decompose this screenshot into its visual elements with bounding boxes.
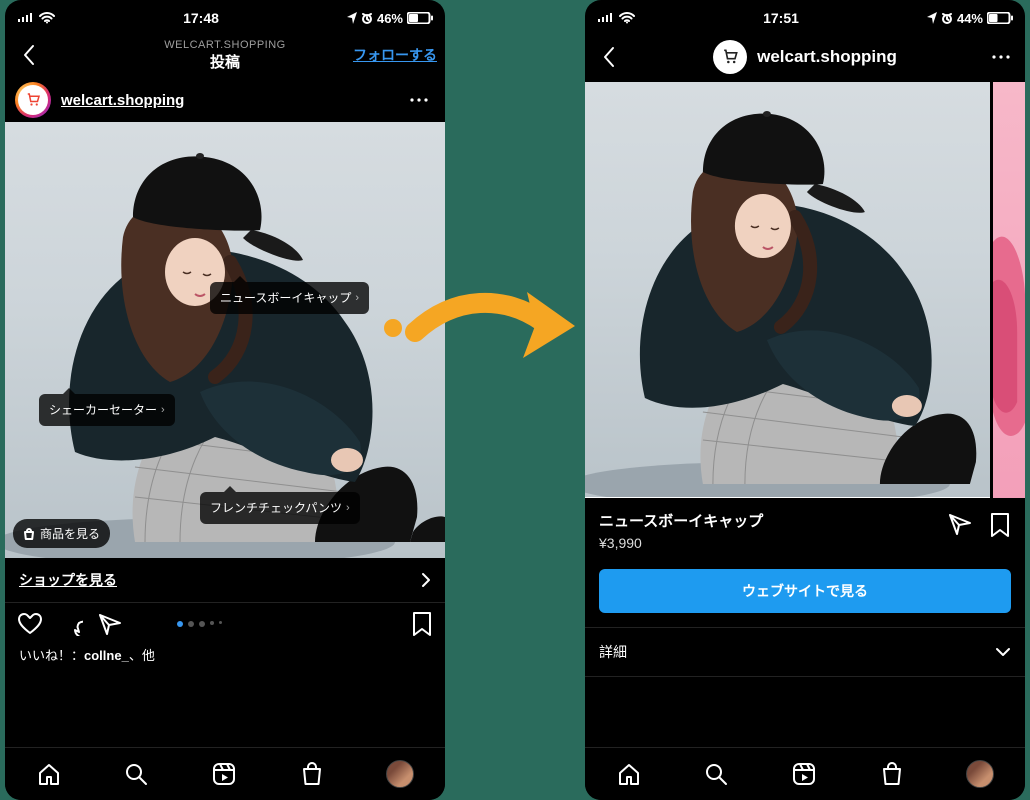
share-button[interactable] [97,612,123,636]
pill-label: 商品を見る [40,525,100,542]
location-icon [927,12,937,24]
back-button[interactable] [13,39,45,71]
status-bar: 17:51 44% [585,0,1025,32]
comment-button[interactable] [57,612,83,636]
view-shop-row[interactable]: ショップを見る [5,558,445,603]
product-title: ニュースボーイキャップ [599,510,937,531]
story-avatar[interactable] [15,82,51,118]
post-header: welcart.shopping [5,78,445,122]
tab-profile[interactable] [966,760,994,788]
battery-percent: 46% [377,11,403,26]
tab-home[interactable] [616,761,642,787]
account-name[interactable]: welcart.shopping [757,47,897,67]
cart-icon [18,85,48,115]
tab-shop[interactable] [879,761,905,787]
save-button[interactable] [411,611,433,637]
battery-icon [987,12,1013,24]
more-button[interactable] [403,84,435,116]
tab-reels[interactable] [791,761,817,787]
product-tag-label: ニュースボーイキャップ [220,290,351,306]
model-illustration [585,82,990,498]
status-time: 17:48 [183,10,219,26]
more-button[interactable] [985,41,1017,73]
tab-home[interactable] [36,761,62,787]
details-row[interactable]: 詳細 [585,627,1025,677]
follow-link[interactable]: フォローする [353,45,437,65]
phone-right: 17:51 44% welcart.shopping [585,0,1025,800]
product-price: ¥3,990 [599,535,937,551]
cellular-icon [597,12,615,24]
alarm-icon [361,12,373,24]
tab-shop[interactable] [299,761,325,787]
tab-profile[interactable] [386,760,414,788]
top-nav: welcart.shopping [585,32,1025,82]
likes-text[interactable]: いいね！：collne_、他 [5,645,445,664]
like-button[interactable] [17,612,43,636]
product-tag-sweater[interactable]: シェーカーセーター › [39,394,175,426]
wifi-icon [39,12,55,24]
view-website-button[interactable]: ウェブサイトで見る [599,569,1011,613]
account-name[interactable]: welcart.shopping [61,92,184,109]
post-image[interactable]: ニュースボーイキャップ › シェーカーセーター › フレンチチェックパンツ › 商品を… [5,122,445,558]
product-info: ニュースボーイキャップ ¥3,990 [585,498,1025,563]
product-tag-cap[interactable]: ニュースボーイキャップ › [210,282,369,314]
details-label: 詳細 [599,642,627,662]
tab-bar [585,747,1025,800]
product-tag-label: シェーカーセーター [49,402,157,418]
battery-percent: 44% [957,11,983,26]
top-nav: WELCART.SHOPPING 投稿 フォローする [5,32,445,78]
chevron-right-icon [421,572,431,588]
cart-icon [720,47,740,67]
wifi-icon [619,12,635,24]
chevron-down-icon [995,647,1011,657]
status-bar: 17:48 46% [5,0,445,32]
location-icon [347,12,357,24]
view-shop-label: ショップを見る [19,570,117,590]
next-image-peek[interactable] [993,82,1025,498]
tab-reels[interactable] [211,761,237,787]
chevron-right-icon: › [346,501,350,516]
chevron-right-icon: › [161,403,165,418]
status-time: 17:51 [763,10,799,26]
view-products-pill[interactable]: 商品を見る [13,519,110,548]
bag-icon [23,528,35,540]
save-button[interactable] [989,512,1011,538]
product-tag-label: フレンチチェックパンツ [210,500,342,516]
cellular-icon [17,12,35,24]
tab-search[interactable] [703,761,729,787]
chevron-right-icon: › [355,291,359,306]
phone-left: 17:48 46% WELCART.SHOPPING 投稿 フォローする [5,0,445,800]
share-button[interactable] [947,512,973,536]
product-tag-pants[interactable]: フレンチチェックパンツ › [200,492,360,524]
tab-bar [5,747,445,800]
back-button[interactable] [593,41,625,73]
carousel-dots [177,621,222,627]
shop-avatar[interactable] [713,40,747,74]
action-bar [5,603,445,645]
battery-icon [407,12,433,24]
alarm-icon [941,12,953,24]
product-image[interactable] [585,82,1025,498]
tab-search[interactable] [123,761,149,787]
